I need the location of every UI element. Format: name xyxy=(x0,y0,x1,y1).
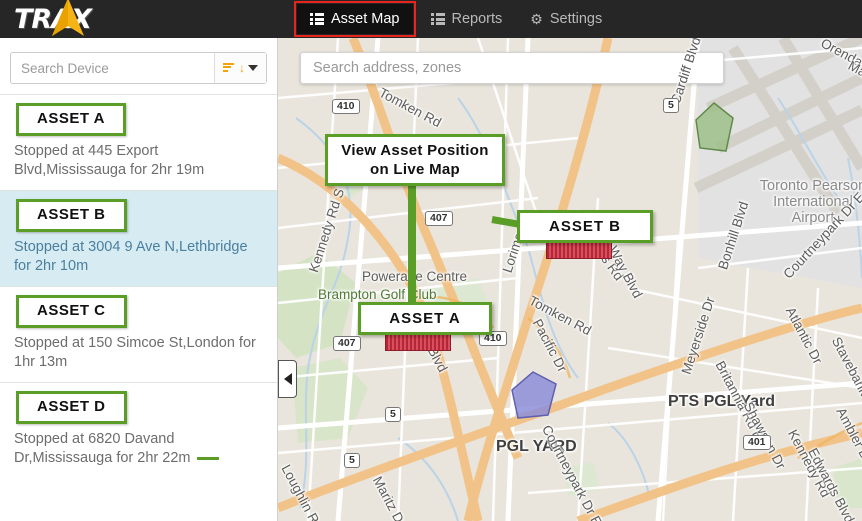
gear-icon: ⚙ xyxy=(530,11,543,27)
asset-marker-a[interactable] xyxy=(385,333,451,351)
poi-brampton-golf-club: Brampton Golf Club xyxy=(318,287,437,302)
asset-map-highlight-box: Asset Map xyxy=(294,1,416,37)
tab-settings[interactable]: ⚙ Settings xyxy=(517,4,615,34)
list-item[interactable]: ASSET A Stopped at 445 Export Blvd,Missi… xyxy=(0,94,277,190)
search-device-row: ↓ xyxy=(10,52,267,84)
tab-asset-map[interactable]: Asset Map xyxy=(297,4,413,34)
asset-list: ASSET A Stopped at 445 Export Blvd,Missi… xyxy=(0,94,277,478)
tab-settings-label: Settings xyxy=(549,11,603,27)
route-shield-5: 5 xyxy=(385,407,401,422)
tab-asset-map-label: Asset Map xyxy=(331,11,400,27)
asset-name-highlight-box: ASSET A xyxy=(16,103,126,136)
map-label-asset-a[interactable]: ASSET A xyxy=(358,302,492,335)
route-shield-5: 5 xyxy=(344,453,360,468)
map-label-asset-a-text: ASSET A xyxy=(389,310,461,327)
chevron-left-icon xyxy=(283,373,292,385)
sort-button[interactable]: ↓ xyxy=(214,53,266,83)
route-shield-401: 401 xyxy=(743,435,771,450)
tab-reports[interactable]: Reports xyxy=(418,4,516,34)
asset-marker-b[interactable] xyxy=(546,241,612,259)
asset-name-highlight-box: ASSET B xyxy=(16,199,127,232)
top-navigation-bar: TRAX Asset Map Reports ⚙ Settings xyxy=(0,0,862,38)
route-shield-407: 407 xyxy=(333,336,361,351)
route-shield-407: 407 xyxy=(425,211,453,226)
list-item[interactable]: ASSET D Stopped at 6820 Davand Dr,Missis… xyxy=(0,382,277,478)
list-icon xyxy=(430,13,445,25)
asset-name-highlight-box: ASSET C xyxy=(16,295,127,328)
sort-descending-icon xyxy=(223,62,236,74)
asset-name: ASSET D xyxy=(37,398,106,415)
zone-pgl-yard xyxy=(511,371,557,419)
nav-items: Asset Map Reports ⚙ Settings xyxy=(294,1,615,37)
asset-status: Stopped at 150 Simcoe St,London for 1hr … xyxy=(14,335,256,370)
asset-name-highlight-box: ASSET D xyxy=(16,391,127,424)
tab-reports-label: Reports xyxy=(451,11,503,27)
brand-logo[interactable]: TRAX xyxy=(0,0,278,38)
asset-status-text: Stopped at 6820 Davand Dr,Mississauga fo… xyxy=(14,431,191,466)
route-shield-410: 410 xyxy=(332,99,360,114)
list-item[interactable]: ASSET B Stopped at 3004 9 Ave N,Lethbrid… xyxy=(0,190,277,286)
route-shield-5: 5 xyxy=(663,98,679,113)
asset-status: Stopped at 445 Export Blvd,Mississauga f… xyxy=(14,143,205,178)
device-sidebar: ↓ ASSET A Stopped at 445 Export Blvd,Mis… xyxy=(0,38,278,521)
asset-name: ASSET B xyxy=(37,206,106,223)
navigation-arrow-icon xyxy=(48,0,88,45)
chevron-down-icon xyxy=(248,65,258,71)
sidebar-collapse-button[interactable] xyxy=(278,360,297,398)
zone-pts-pgl-yard xyxy=(695,102,734,152)
down-arrow-icon: ↓ xyxy=(239,61,245,75)
asset-name: ASSET C xyxy=(37,302,106,319)
asset-map[interactable]: 410 407 407 410 5 5 5 401 Powerade Centr… xyxy=(278,38,862,521)
asset-status: Stopped at 3004 9 Ave N,Lethbridge for 2… xyxy=(14,239,248,274)
map-label-asset-b-text: ASSET B xyxy=(548,218,621,235)
asset-status: Stopped at 6820 Davand Dr,Mississauga fo… xyxy=(10,430,267,468)
asset-name: ASSET A xyxy=(37,110,105,127)
list-icon xyxy=(310,13,324,25)
list-item[interactable]: ASSET C Stopped at 150 Simcoe St,London … xyxy=(0,286,277,382)
leader-line-vertical xyxy=(408,184,416,304)
annotation-callout-view-asset-position: View Asset Position on Live Map xyxy=(325,134,505,186)
map-label-asset-b[interactable]: ASSET B xyxy=(517,210,653,243)
underline-marker-icon xyxy=(196,457,219,461)
map-search-box xyxy=(300,52,724,84)
map-search-input[interactable] xyxy=(301,60,723,76)
search-device-input[interactable] xyxy=(11,53,214,83)
app-root: TRAX Asset Map Reports ⚙ Settings Search… xyxy=(0,0,862,521)
annotation-callout-text: View Asset Position on Live Map xyxy=(341,142,489,178)
